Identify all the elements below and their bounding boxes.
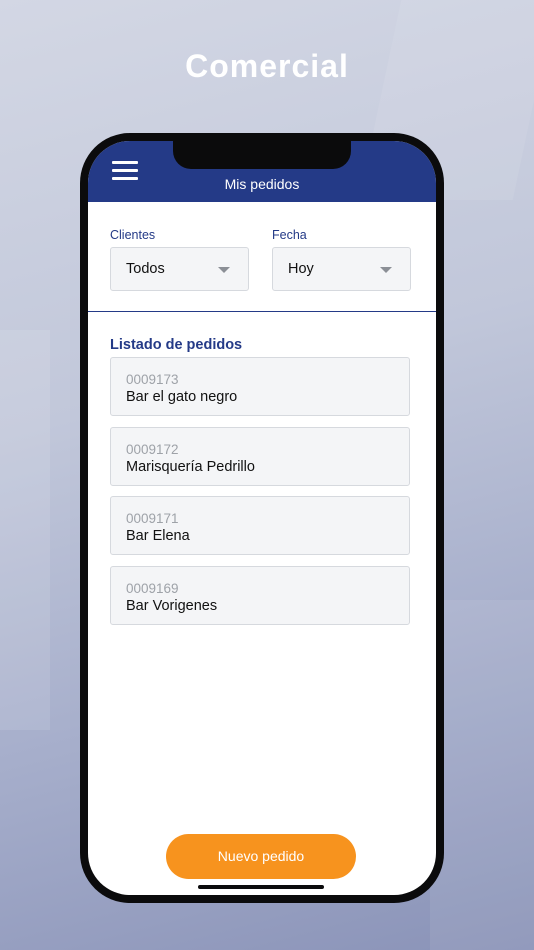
phone-notch — [173, 141, 351, 169]
background-shape — [430, 600, 534, 950]
app-bar-title: Mis pedidos — [224, 176, 300, 192]
new-order-button[interactable]: Nuevo pedido — [166, 834, 356, 879]
chevron-down-icon — [380, 267, 392, 273]
order-item[interactable]: 0009169 Bar Vorigenes — [110, 566, 410, 625]
background-shape — [0, 330, 50, 730]
order-client-name: Marisquería Pedrillo — [126, 459, 255, 475]
chevron-down-icon — [218, 267, 230, 273]
clients-label: Clientes — [110, 228, 156, 242]
order-number: 0009173 — [126, 372, 179, 387]
order-item[interactable]: 0009172 Marisquería Pedrillo — [110, 427, 410, 486]
phone-screen: Mis pedidos Clientes Todos Fecha Hoy Lis… — [88, 141, 436, 895]
order-number: 0009172 — [126, 442, 179, 457]
page-title: Comercial — [185, 48, 349, 84]
orders-list-title: Listado de pedidos — [110, 337, 243, 353]
order-number: 0009169 — [126, 581, 179, 596]
section-divider — [88, 311, 436, 312]
phone-frame: Mis pedidos Clientes Todos Fecha Hoy Lis… — [80, 133, 444, 903]
date-label: Fecha — [272, 228, 307, 242]
date-select-value: Hoy — [288, 261, 314, 277]
clients-select-value: Todos — [126, 261, 165, 277]
date-select[interactable]: Hoy — [272, 247, 411, 291]
clients-select[interactable]: Todos — [110, 247, 249, 291]
home-indicator — [198, 885, 324, 889]
order-number: 0009171 — [126, 511, 179, 526]
order-client-name: Bar Vorigenes — [126, 598, 218, 614]
order-client-name: Bar el gato negro — [126, 389, 238, 405]
order-client-name: Bar Elena — [126, 528, 190, 544]
order-item[interactable]: 0009173 Bar el gato negro — [110, 357, 410, 416]
order-item[interactable]: 0009171 Bar Elena — [110, 496, 410, 555]
